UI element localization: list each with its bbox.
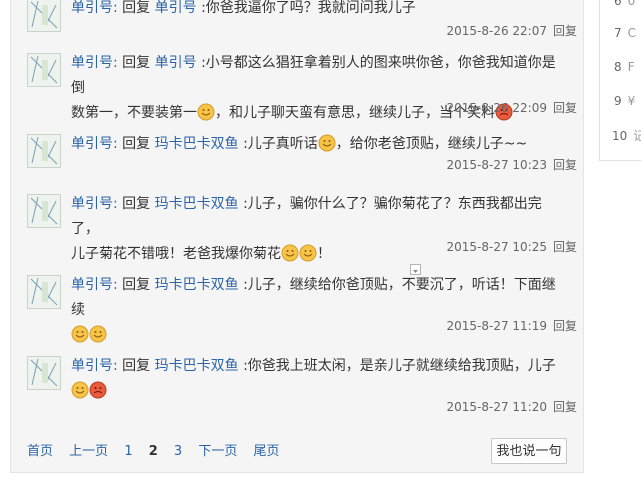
reply-text: 单引号: 回复 玛卡巴卡双鱼 :儿子，继续给你爸顶贴，不要沉了，听话！下面继续 (71, 273, 567, 352)
reply-meta: 2015-8-26 22:07 回复 (446, 22, 577, 39)
reply-button[interactable]: 回复 (553, 158, 577, 172)
reply-user-link[interactable]: 单引号: (71, 136, 118, 152)
reply-target-link[interactable]: 玛卡巴卡双鱼 (155, 277, 239, 293)
sidebar-item[interactable]: 8F (614, 60, 635, 74)
reply-meta: 2015-8-26 22:09 回复 (446, 99, 577, 116)
reply-time: 2015-8-26 22:09 (446, 101, 547, 115)
reply-word: 回复 (122, 358, 151, 374)
sidebar-item-number: 6 (614, 0, 622, 8)
sidebar-item[interactable]: 9 ¥ (614, 94, 635, 108)
sidebar-item-text: C (627, 26, 637, 40)
reply-user-link[interactable]: 单引号: (71, 55, 118, 71)
reply-target-link[interactable]: 玛卡巴卡双鱼 (155, 358, 239, 374)
reply-meta: 2015-8-27 11:20 回复 (446, 398, 577, 415)
smile-emoji-icon (299, 244, 317, 271)
page-first-link[interactable]: 首页 (27, 444, 53, 459)
sidebar-item[interactable]: 10 记 (612, 127, 641, 144)
reply-meta: 2015-8-27 11:19 回复 (446, 317, 577, 334)
smile-emoji-icon (89, 325, 107, 352)
reply-time: 2015-8-27 11:20 (446, 400, 547, 414)
reply-word: 回复 (122, 136, 151, 152)
sidebar-item-text: 记 (633, 129, 641, 143)
reply-target-link[interactable]: 单引号 (155, 0, 197, 16)
page-next-link[interactable]: 下一页 (198, 444, 237, 459)
reply-user-link[interactable]: 单引号: (71, 277, 118, 293)
sidebar-item-number: 9 (614, 94, 622, 108)
reply-user-link[interactable]: 单引号: (71, 196, 118, 212)
smile-emoji-icon (71, 381, 89, 408)
reply-user-link[interactable]: 单引号: (71, 358, 118, 374)
reply-item: 单引号: 回复 玛卡巴卡双鱼 :你爸我上班太闲，是亲儿子就继续给我顶贴，儿子 2… (25, 356, 577, 437)
reply-meta: 2015-8-27 10:25 回复 (446, 238, 577, 255)
reply-target-link[interactable]: 玛卡巴卡双鱼 (155, 196, 239, 212)
sidebar-item[interactable]: 7C (614, 26, 636, 40)
avatar[interactable] (27, 275, 61, 309)
sidebar-item-number: 10 (612, 129, 628, 143)
reply-word: 回复 (122, 0, 151, 16)
smile-emoji-icon (281, 244, 299, 271)
reply-button[interactable]: 回复 (553, 319, 577, 333)
smile-emoji-icon (71, 325, 89, 352)
page-last-link[interactable]: 尾页 (254, 444, 280, 459)
angry-emoji-icon (89, 381, 107, 408)
page-3-link[interactable]: 3 (174, 444, 182, 459)
reply-time: 2015-8-27 11:19 (446, 319, 547, 333)
reply-time: 2015-8-26 22:07 (446, 24, 547, 38)
reply-item: 单引号: 回复 单引号 :小号都这么猖狂拿着别人的图来哄你爸，你爸我知道你是倒 … (25, 51, 577, 134)
avatar[interactable] (27, 53, 61, 87)
smile-emoji-icon (197, 103, 215, 130)
reply-user-link[interactable]: 单引号: (71, 0, 118, 16)
say-something-button[interactable]: 我也说一句 (491, 438, 567, 464)
page-1-link[interactable]: 1 (124, 444, 132, 459)
reply-button[interactable]: 回复 (553, 24, 577, 38)
sidebar-item-text: ¥ (627, 94, 636, 108)
reply-content: :你爸我逼你了吗？我就问问我儿子 (201, 0, 416, 16)
page-prev-link[interactable]: 上一页 (69, 444, 108, 459)
reply-item: 单引号: 回复 玛卡巴卡双鱼 :儿子，继续给你爸顶贴，不要沉了，听话！下面继续 … (25, 273, 577, 356)
sidebar-item[interactable]: 60 (614, 0, 635, 8)
reply-word: 回复 (122, 55, 151, 71)
sidebar-ranking: 60 7C 8F 9 ¥ 10 记 (599, 0, 641, 161)
pagination: 首页 上一页 1 2 3 下一页 尾页 (27, 440, 292, 459)
reply-content: :儿子真听话 (243, 136, 318, 152)
smile-emoji-icon (318, 134, 336, 161)
reply-time: 2015-8-27 10:23 (446, 158, 547, 172)
sidebar-item-number: 7 (614, 26, 622, 40)
reply-word: 回复 (122, 196, 151, 212)
reply-target-link[interactable]: 单引号 (155, 55, 197, 71)
sidebar-item-text: F (627, 60, 635, 74)
reply-content-line2: 数第一，不要装第一 (71, 105, 197, 121)
reply-item: 单引号: 回复 玛卡巴卡双鱼 :儿子，骗你什么了？骗你菊花了？东西我都出完了， … (25, 192, 577, 275)
avatar[interactable] (27, 0, 61, 32)
reply-text: 单引号: 回复 玛卡巴卡双鱼 :儿子，骗你什么了？骗你菊花了？东西我都出完了， … (71, 192, 567, 271)
reply-target-link[interactable]: 玛卡巴卡双鱼 (155, 136, 239, 152)
sidebar-item-text: 0 (627, 0, 636, 8)
reply-button[interactable]: 回复 (553, 101, 577, 115)
reply-content: :你爸我上班太闲，是亲儿子就继续给我顶贴，儿子 (243, 358, 556, 374)
reply-content-b: ，给你老爸顶贴，继续儿子~~ (335, 136, 528, 152)
reply-button[interactable]: 回复 (553, 400, 577, 414)
reply-text: 单引号: 回复 单引号 :小号都这么猖狂拿着别人的图来哄你爸，你爸我知道你是倒 … (71, 51, 567, 130)
reply-content-line2: 儿子菊花不错哦！老爸我爆你菊花 (71, 246, 281, 262)
avatar[interactable] (27, 356, 61, 390)
page-current: 2 (148, 444, 158, 459)
reply-time: 2015-8-27 10:25 (446, 240, 547, 254)
reply-meta: 2015-8-27 10:23 回复 (446, 156, 577, 173)
reply-button[interactable]: 回复 (553, 240, 577, 254)
sidebar-item-number: 8 (614, 60, 622, 74)
avatar[interactable] (27, 134, 61, 168)
reply-word: 回复 (122, 277, 151, 293)
reply-text: 单引号: 回复 单引号 :你爸我逼你了吗？我就问问我儿子 (71, 0, 567, 21)
reply-list-panel: 单引号: 回复 单引号 :你爸我逼你了吗？我就问问我儿子 2015-8-26 2… (10, 0, 584, 473)
avatar[interactable] (27, 194, 61, 228)
reply-content-line2b: ！ (317, 246, 331, 262)
